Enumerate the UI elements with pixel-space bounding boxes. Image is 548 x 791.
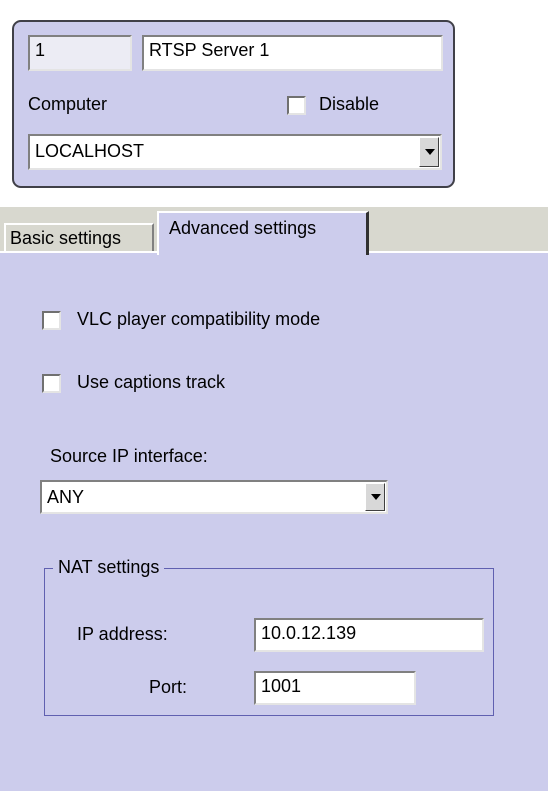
nat-port-label: Port: — [149, 677, 188, 697]
nat-port-field[interactable]: 1001 — [254, 671, 416, 705]
tab-basic-settings[interactable]: Basic settings — [4, 223, 154, 253]
source-ip-dropdown-button[interactable] — [365, 483, 385, 511]
source-ip-label: Source IP interface: — [50, 446, 208, 466]
nat-settings-group: NAT settings IP address: 10.0.12.139 Por… — [44, 557, 494, 716]
tab-advanced-settings-label: Advanced settings — [169, 218, 317, 238]
nat-ip-address-field[interactable]: 10.0.12.139 — [254, 618, 484, 652]
nat-ip-address-label: IP address: — [77, 624, 168, 644]
source-ip-select-value: ANY — [47, 487, 85, 507]
object-name-field[interactable]: RTSP Server 1 — [142, 35, 443, 71]
vlc-compat-label: VLC player compatibility mode — [77, 309, 321, 329]
source-ip-select[interactable]: ANY — [40, 480, 388, 514]
tab-basic-settings-label: Basic settings — [10, 228, 122, 248]
computer-label: Computer — [28, 94, 108, 114]
object-id-field[interactable]: 1 — [28, 35, 132, 71]
tab-advanced-settings[interactable]: Advanced settings — [157, 211, 369, 255]
chevron-down-icon — [425, 149, 435, 155]
computer-select[interactable]: LOCALHOST — [28, 134, 442, 170]
disable-checkbox[interactable] — [287, 96, 306, 115]
chevron-down-icon — [371, 494, 381, 500]
vlc-compat-checkbox[interactable] — [42, 311, 61, 330]
computer-select-dropdown-button[interactable] — [419, 137, 439, 167]
nat-settings-title: NAT settings — [53, 557, 165, 578]
disable-label: Disable — [319, 94, 380, 114]
computer-select-value: LOCALHOST — [35, 141, 145, 161]
tab-strip: Basic settings Advanced settings — [0, 207, 548, 255]
object-header-panel: 1 RTSP Server 1 Computer Disable LOCALHO… — [12, 20, 455, 188]
captions-track-checkbox[interactable] — [42, 374, 61, 393]
captions-track-label: Use captions track — [77, 372, 226, 392]
